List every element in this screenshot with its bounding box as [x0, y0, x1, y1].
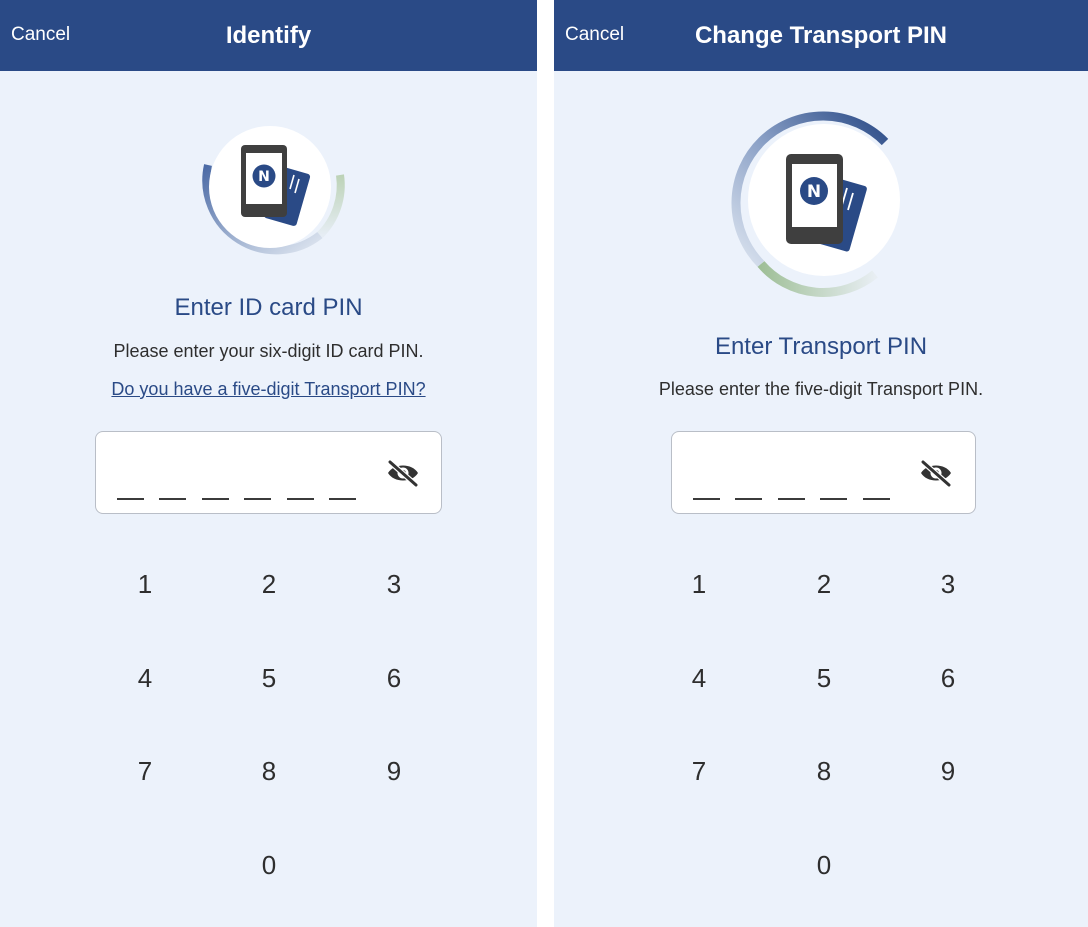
keypad-key-7[interactable]: 7: [100, 739, 190, 803]
keypad-key-5[interactable]: 5: [779, 646, 869, 710]
keypad-key-7[interactable]: 7: [654, 739, 744, 803]
keypad-key-9[interactable]: 9: [349, 739, 439, 803]
eye-slash-icon[interactable]: [919, 459, 953, 487]
change-transport-pin-screen: Cancel Change Transport PIN N Enter Tran…: [554, 0, 1088, 927]
pin-digit-slot: [159, 498, 186, 500]
pin-digit-slot: [778, 498, 805, 500]
keypad-key-3[interactable]: 3: [349, 552, 439, 616]
pin-digit-slot: [202, 498, 229, 500]
keypad-key-2[interactable]: 2: [224, 552, 314, 616]
eye-slash-icon[interactable]: [386, 459, 420, 487]
keypad-key-0[interactable]: 0: [779, 833, 869, 897]
svg-text:N: N: [807, 182, 821, 202]
identify-screen: Cancel Identify N Enter ID card PIN Plea…: [0, 0, 537, 927]
page-title: Change Transport PIN: [694, 22, 948, 49]
keypad-key-1[interactable]: 1: [654, 552, 744, 616]
keypad-key-4[interactable]: 4: [100, 646, 190, 710]
keypad-key-9[interactable]: 9: [903, 739, 993, 803]
keypad-key-0[interactable]: 0: [224, 833, 314, 897]
keypad-key-6[interactable]: 6: [903, 646, 993, 710]
keypad-key-8[interactable]: 8: [224, 739, 314, 803]
page-title: Identify: [225, 22, 312, 49]
transport-pin-link[interactable]: Do you have a five-digit Transport PIN?: [0, 377, 537, 401]
navigation-bar: Cancel Identify: [0, 0, 537, 71]
nfc-card-scan-illustration: N: [202, 126, 345, 255]
pin-instruction: Please enter the five-digit Transport PI…: [658, 379, 984, 399]
keypad-key-1[interactable]: 1: [100, 552, 190, 616]
svg-text:N: N: [258, 169, 270, 185]
pin-digit-slot: [820, 498, 847, 500]
pin-heading: Enter Transport PIN: [714, 333, 928, 360]
pin-digit-slot: [329, 498, 356, 500]
keypad-key-5[interactable]: 5: [224, 646, 314, 710]
keypad-key-3[interactable]: 3: [903, 552, 993, 616]
pin-digit-slot: [117, 498, 144, 500]
pin-input-field[interactable]: [671, 431, 976, 514]
keypad-key-8[interactable]: 8: [779, 739, 869, 803]
pin-digit-slot: [244, 498, 271, 500]
pin-digit-slot: [287, 498, 314, 500]
pin-heading: Enter ID card PIN: [174, 294, 363, 321]
keypad-key-2[interactable]: 2: [779, 552, 869, 616]
pin-input-field[interactable]: [95, 431, 442, 514]
nfc-card-scan-illustration: N: [731, 111, 900, 297]
pin-digit-slot: [863, 498, 890, 500]
pin-digit-slot: [735, 498, 762, 500]
navigation-bar: Cancel Change Transport PIN: [554, 0, 1088, 71]
pin-instruction: Please enter your six-digit ID card PIN.: [113, 341, 424, 361]
keypad-key-4[interactable]: 4: [654, 646, 744, 710]
nfc-icon: N: [800, 177, 828, 205]
pin-digit-slot: [693, 498, 720, 500]
nfc-icon: N: [252, 164, 276, 188]
keypad-key-6[interactable]: 6: [349, 646, 439, 710]
